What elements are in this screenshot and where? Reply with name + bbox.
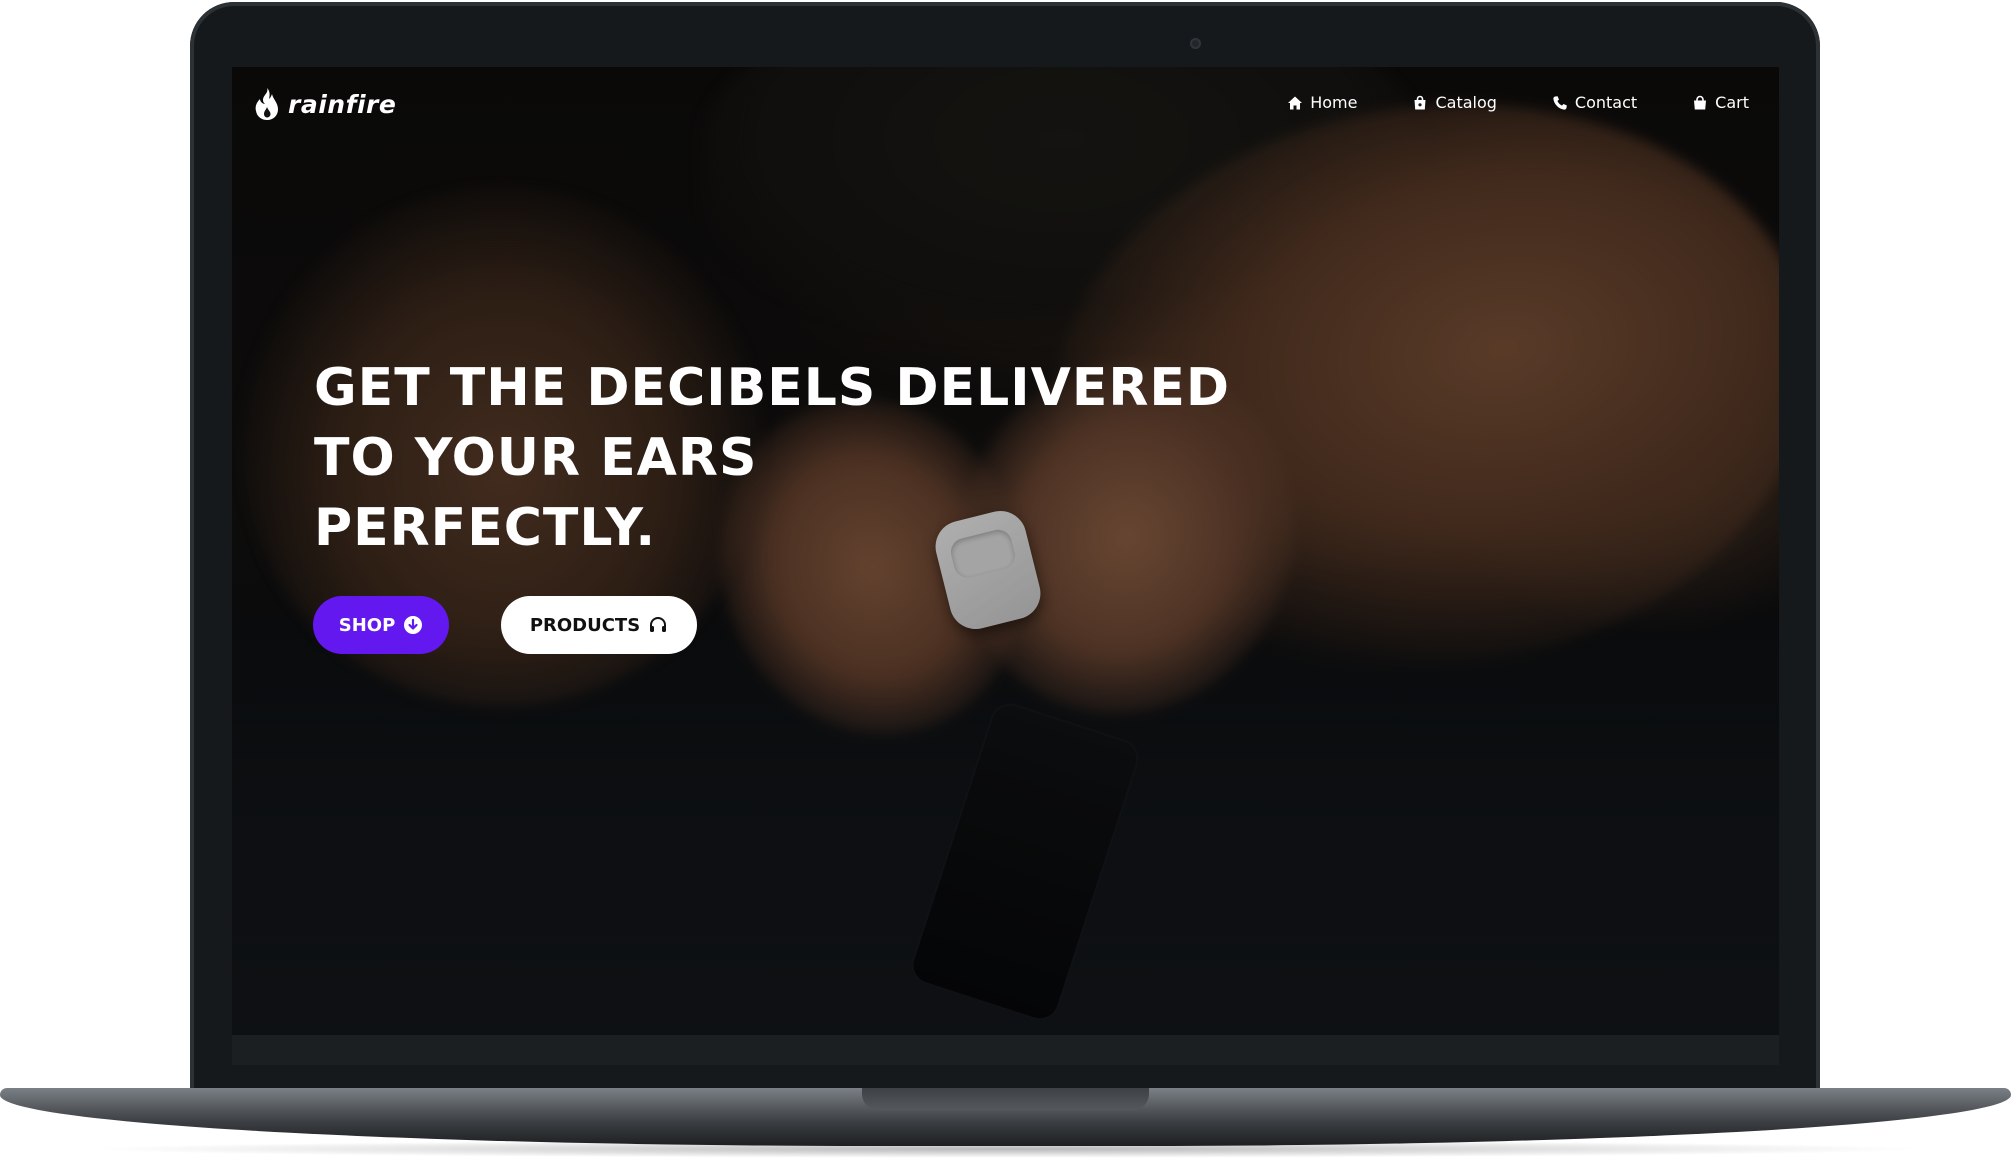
nav-item-cart[interactable]: Cart	[1692, 93, 1749, 112]
screen-bottom-bezel	[232, 1035, 1779, 1065]
laptop-hinge-notch	[862, 1088, 1149, 1110]
hero-headline-line: PERFECTLY.	[314, 498, 657, 558]
products-button-label: PRODUCTS	[529, 614, 641, 636]
products-button[interactable]: PRODUCTS	[501, 596, 697, 654]
nav-item-home[interactable]: Home	[1287, 93, 1357, 112]
nav-item-catalog[interactable]: Catalog	[1412, 93, 1497, 112]
shop-button-label: SHOP	[338, 614, 396, 636]
hero-headline: GET THE DECIBELS DELIVERED TO YOUR EARS …	[314, 353, 1230, 563]
headphones-icon	[650, 617, 667, 632]
nav-item-label: Home	[1310, 93, 1358, 112]
flame-icon	[255, 88, 278, 120]
brand-name: rainfire	[288, 89, 397, 119]
nav-item-label: Cart	[1715, 93, 1749, 112]
nav-item-contact[interactable]: Contact	[1552, 93, 1637, 112]
nav-item-label: Contact	[1574, 93, 1638, 112]
arrow-down-circle-icon	[404, 616, 423, 634]
home-icon	[1288, 96, 1303, 109]
website-screen: rainfire Home Catalog Contact Cart GET T…	[232, 67, 1779, 1035]
laptop-mockup: rainfire Home Catalog Contact Cart GET T…	[0, 0, 2011, 1171]
nav-item-label: Catalog	[1435, 93, 1497, 112]
hero-headline-line: GET THE DECIBELS DELIVERED	[314, 358, 1231, 418]
bag-icon	[1694, 95, 1707, 109]
hero-headline-line: TO YOUR EARS	[314, 428, 758, 488]
shop-button[interactable]: SHOP	[313, 596, 449, 654]
main-nav: Home Catalog Contact Cart	[1287, 93, 1749, 112]
brand-logo[interactable]: rainfire	[254, 87, 396, 121]
shopping-bag-icon	[1414, 95, 1426, 109]
webcam-dot	[1190, 38, 1201, 49]
phone-icon	[1553, 95, 1567, 110]
